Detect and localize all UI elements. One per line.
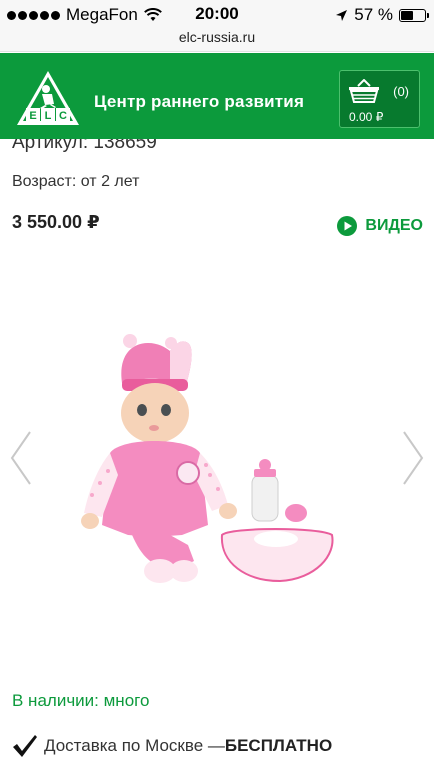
chevron-left-icon[interactable] xyxy=(8,430,34,486)
site-header: E L C Центр раннего развития (0) 0.00 ₽ xyxy=(0,53,434,139)
cart-button[interactable]: (0) 0.00 ₽ xyxy=(339,70,420,128)
battery-percent: 57 % xyxy=(354,5,393,24)
cart-count: (0) xyxy=(393,84,409,99)
chevron-right-icon[interactable] xyxy=(400,430,426,486)
logo-letter-e: E xyxy=(29,110,36,122)
url-text: elc-russia.ru xyxy=(178,29,256,45)
address-bar[interactable]: elc-russia.ru xyxy=(0,28,434,52)
video-link[interactable]: ВИДЕО xyxy=(337,216,423,236)
delivery-text: Доставка по Москве — xyxy=(44,736,225,755)
site-title[interactable]: Центр раннего развития xyxy=(94,92,304,112)
battery-icon xyxy=(399,8,429,22)
logo-letter-l: L xyxy=(45,110,52,122)
battery-level xyxy=(401,10,413,20)
status-bar: MegaFon 20:00 57 % xyxy=(0,0,434,28)
basket-icon xyxy=(349,79,379,103)
play-icon xyxy=(337,216,358,236)
stock-status: В наличии: много xyxy=(12,691,150,710)
article-text: Артикул: 138659 xyxy=(12,139,157,153)
check-icon xyxy=(13,735,37,757)
delivery-free: БЕСПЛАТНО xyxy=(224,736,333,755)
delivery-info: Доставка по Москве — БЕСПЛАТНО xyxy=(12,734,332,758)
elc-logo-icon[interactable]: E L C xyxy=(14,68,82,128)
article-number: Артикул: 138659 xyxy=(12,139,157,159)
logo-letter-c: C xyxy=(59,110,67,122)
video-label: ВИДЕО xyxy=(365,217,423,234)
product-image[interactable] xyxy=(70,325,350,595)
cart-total: 0.00 ₽ xyxy=(349,110,384,124)
status-right: 57 % xyxy=(335,5,429,25)
age-label: Возраст: от 2 лет xyxy=(12,173,140,190)
product-price: 3 550.00 ₽ xyxy=(12,212,100,232)
location-arrow-icon xyxy=(336,9,348,21)
